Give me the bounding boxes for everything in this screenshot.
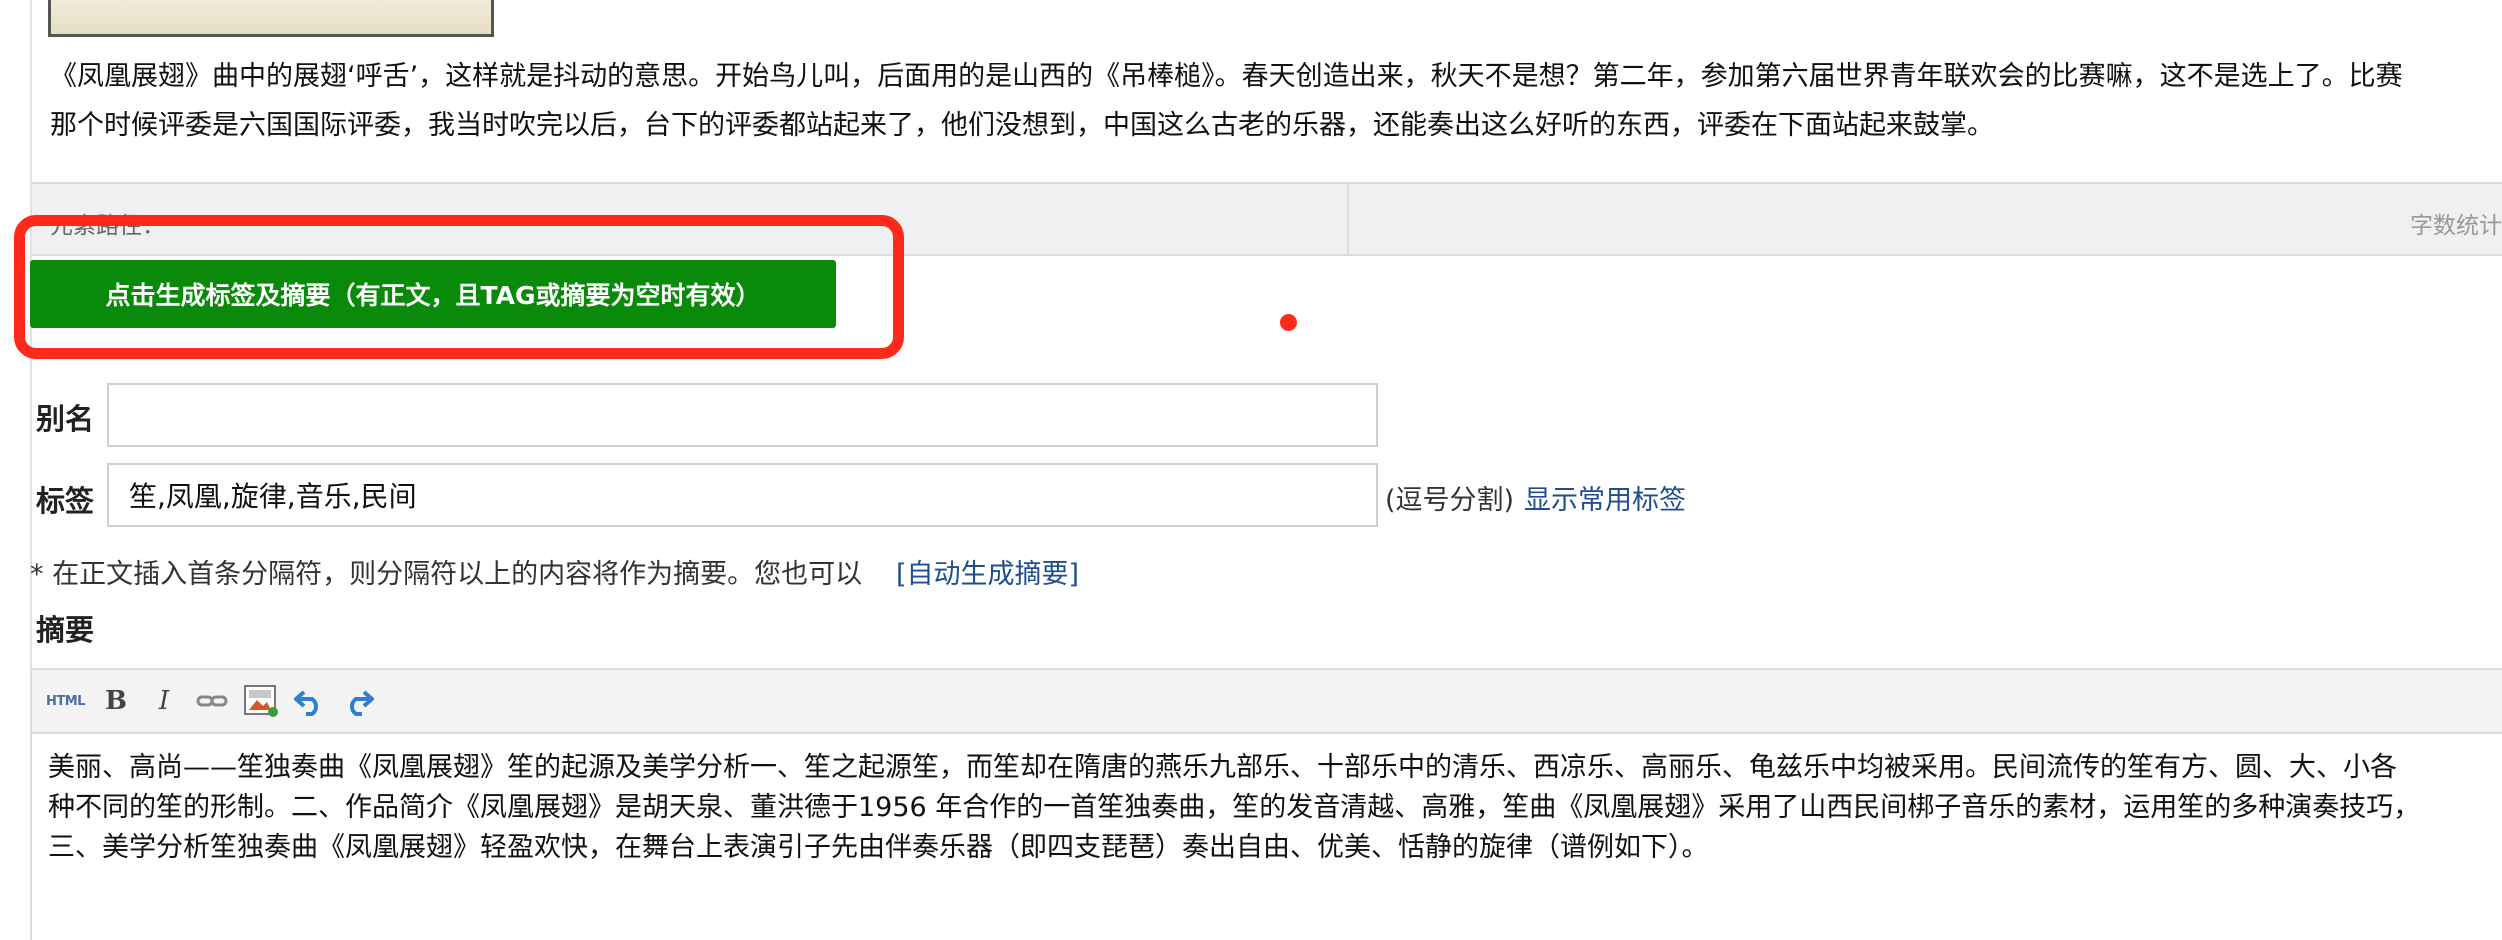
content-line: 那个时候评委是六国国际评委，我当时吹完以后，台下的评委都站起来了，他们没想到，中… [50,110,1994,141]
html-source-button[interactable]: HTML [46,684,85,718]
generate-tags-summary-button[interactable]: 点击生成标签及摘要（有正文，且TAG或摘要为空时有效） [30,260,836,328]
summary-line: 三、美学分析笙独奏曲《凤凰展翅》轻盈欢快，在舞台上表演引子先由伴奏乐器（即四支琵… [48,832,1709,863]
link-icon[interactable] [195,684,229,718]
undo-icon[interactable] [293,684,327,718]
summary-line: 美丽、高尚——笙独奏曲《凤凰展翅》笙的起源及美学分析一、笙之起源笙，而笙却在隋唐… [48,752,2397,783]
tags-label: 标签 [36,484,95,518]
bold-button[interactable]: B [99,684,133,718]
redo-icon[interactable] [341,684,375,718]
cursor-marker [1280,314,1297,331]
editor-toolbar: HTML B I [32,670,2502,734]
summary-line: 种不同的笙的形制。二、作品简介《凤凰展翅》是胡天泉、董洪德于1956 年合作的一… [48,792,2421,823]
alias-input[interactable] [107,383,1378,447]
alias-label: 别名 [36,402,95,436]
italic-button[interactable]: I [147,684,181,718]
content-line: 《凤凰展翅》曲中的展翅‘呼舌’，这样就是抖动的意思。开始鸟儿叫，后面用的是山西的… [50,61,2403,92]
editor-page: 《凤凰展翅》曲中的展翅‘呼舌’，这样就是抖动的意思。开始鸟儿叫，后面用的是山西的… [0,0,2502,940]
auto-generate-summary-link[interactable]: [自动生成摘要] [896,552,1079,591]
editor-status-bar: 元素路径： 字数统计 [32,182,2502,256]
element-path-label: 元素路径： [50,213,165,239]
tags-hint: (逗号分割) [1385,485,1515,516]
status-divider [1347,184,1349,254]
show-common-tags-link[interactable]: 显示常用标签 [1524,478,1686,517]
word-count-label: 字数统计 [2410,213,2502,239]
embedded-image [48,0,494,37]
summary-editor-content[interactable]: 美丽、高尚——笙独奏曲《凤凰展翅》笙的起源及美学分析一、笙之起源笙，而笙却在隋唐… [32,734,2488,868]
summary-label: 摘要 [36,613,95,647]
insert-image-icon[interactable] [243,684,279,718]
summary-editor: HTML B I 美丽、高尚——笙独奏曲《凤凰展翅》笙的起源及美学分析一、笙之起… [30,668,2502,940]
summary-hint-text: * 在正文插入首条分隔符，则分隔符以上的内容将作为摘要。您也可以 [30,559,863,590]
article-content[interactable]: 《凤凰展翅》曲中的展翅‘呼舌’，这样就是抖动的意思。开始鸟儿叫，后面用的是山西的… [50,52,2502,150]
tags-input[interactable] [107,463,1378,527]
